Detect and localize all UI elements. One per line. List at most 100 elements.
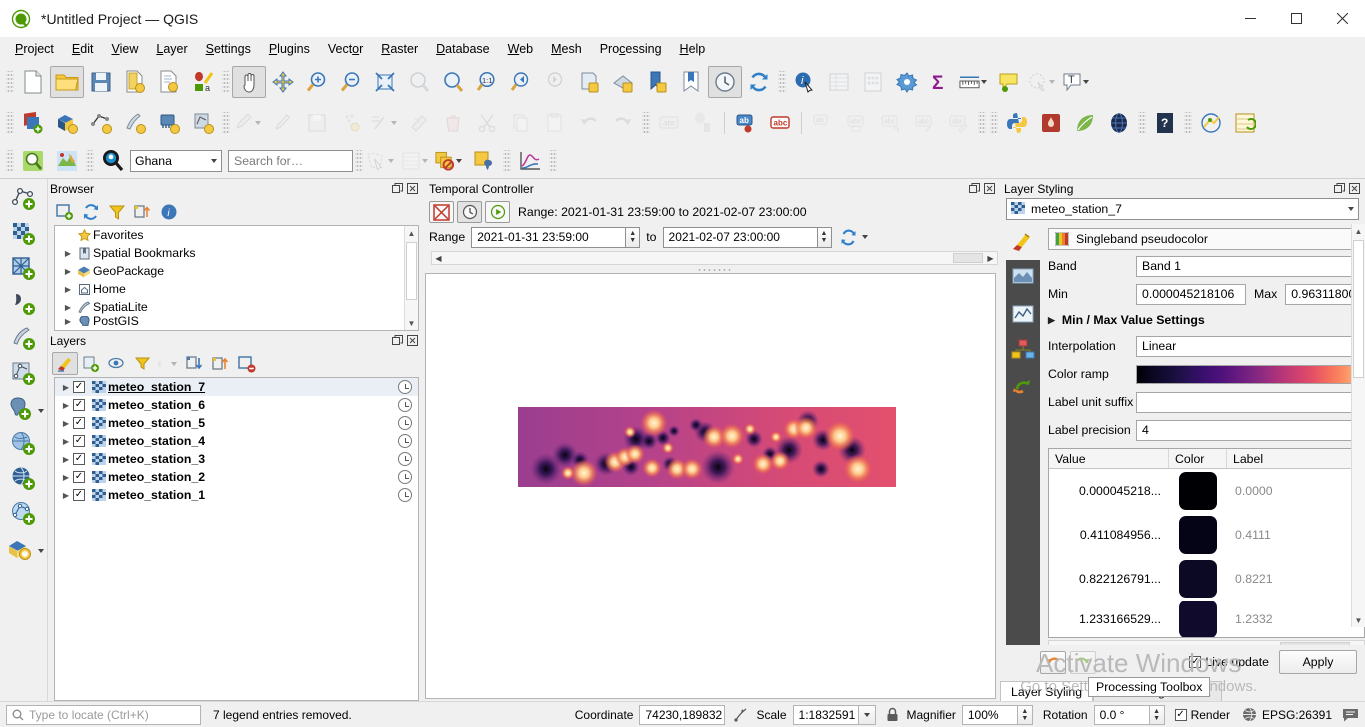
table-cell-color[interactable] xyxy=(1169,601,1227,637)
temporal-clock-icon[interactable] xyxy=(398,452,412,466)
region-combo[interactable]: Ghana xyxy=(130,149,222,172)
minimize-button[interactable] xyxy=(1227,0,1273,37)
scroll-thumb[interactable] xyxy=(1280,642,1350,645)
temporal-clock-icon[interactable] xyxy=(398,470,412,484)
add-layer-icon[interactable] xyxy=(52,200,78,223)
scroll-right-icon[interactable]: ▶ xyxy=(984,254,997,263)
temporal-close-button[interactable] xyxy=(983,182,996,195)
add-postgis-layer-icon[interactable] xyxy=(152,107,186,139)
menu-project[interactable]: Project xyxy=(6,39,63,59)
colorramp-preview[interactable] xyxy=(1136,364,1365,384)
browser-tree[interactable]: Favorites ▶ Spatial Bookmarks ▶ GeoPacka… xyxy=(54,225,419,331)
layer-visibility-checkbox[interactable]: ✓ xyxy=(73,489,85,501)
add-mesh-layer-icon[interactable] xyxy=(84,107,118,139)
tab-rendering[interactable] xyxy=(1006,332,1040,368)
open-table-icon[interactable] xyxy=(399,145,433,177)
add-feature-point-icon[interactable] xyxy=(334,107,368,139)
new-3d-map-view-icon[interactable] xyxy=(606,66,640,98)
zoom-to-selection-icon[interactable] xyxy=(402,66,436,98)
georeferencer-icon[interactable] xyxy=(1194,107,1228,139)
refresh-dropdown-caret-icon[interactable] xyxy=(861,235,868,239)
new-map-view-icon[interactable] xyxy=(572,66,606,98)
zoom-last-icon[interactable] xyxy=(504,66,538,98)
abc-label-icon[interactable]: abc xyxy=(652,107,686,139)
layer-visibility-checkbox[interactable]: ✓ xyxy=(73,399,85,411)
select-features-caret-icon[interactable] xyxy=(388,158,394,163)
db-manager-icon[interactable] xyxy=(1034,107,1068,139)
color-swatch[interactable] xyxy=(1179,472,1217,510)
add-delimited-text-layer-icon[interactable] xyxy=(7,288,41,320)
scroll-down-icon[interactable]: ▼ xyxy=(405,316,418,330)
add-spatialite-layer-icon[interactable] xyxy=(186,107,220,139)
add-postgis-layer-icon[interactable] xyxy=(3,393,37,425)
attributes-dropdown-caret-icon[interactable] xyxy=(390,121,397,125)
qgis-plugin-leaf-icon[interactable] xyxy=(1068,107,1102,139)
table-cell-color[interactable] xyxy=(1169,516,1227,554)
color-swatch[interactable] xyxy=(1179,516,1217,554)
open-table-caret-icon[interactable] xyxy=(421,158,428,163)
layer-row-meteo-station-1[interactable]: ▶ ✓ meteo_station_1 xyxy=(55,486,418,504)
maximize-button[interactable] xyxy=(1273,0,1319,37)
toolbar-grip-9[interactable] xyxy=(1138,112,1146,134)
remove-layer-icon[interactable] xyxy=(234,352,260,375)
toolbar-grip[interactable] xyxy=(6,71,14,93)
label-suffix-input[interactable] xyxy=(1136,391,1365,413)
select-value-icon[interactable] xyxy=(467,145,501,177)
browser-float-button[interactable] xyxy=(391,182,404,195)
layers-close-button[interactable] xyxy=(406,334,419,347)
edit-label-icon[interactable]: abc xyxy=(942,107,976,139)
toolbar-grip-14[interactable] xyxy=(503,149,511,172)
live-update-checkbox[interactable]: ✓ xyxy=(1189,656,1202,668)
chevron-right-icon[interactable]: ▶ xyxy=(59,455,73,464)
magnifier-stepper[interactable]: ▲ ▼ xyxy=(1017,704,1033,725)
interpolation-combo[interactable]: Linear xyxy=(1136,335,1365,357)
select-dropdown-caret-icon[interactable] xyxy=(1048,80,1055,84)
pan-to-selection-icon[interactable] xyxy=(266,66,300,98)
table-row[interactable]: 1.233166529... 1.2332 xyxy=(1049,601,1364,637)
add-raster-layer-icon[interactable] xyxy=(50,107,84,139)
filter-expression-icon[interactable]: ε xyxy=(156,352,182,375)
menu-settings[interactable]: Settings xyxy=(197,39,260,59)
layers-tree[interactable]: ▶ ✓ meteo_station_7 ▶ ✓ meteo_station_6 … xyxy=(54,377,419,701)
refresh-range-icon[interactable] xyxy=(840,229,868,246)
tab-symbology[interactable] xyxy=(1006,224,1040,260)
edits-dropdown-caret-icon[interactable] xyxy=(254,121,261,125)
new-project-icon[interactable] xyxy=(16,66,50,98)
python-console-icon[interactable] xyxy=(1000,107,1034,139)
measure-dropdown-caret-icon[interactable] xyxy=(981,80,987,84)
collapse-all-icon[interactable] xyxy=(208,352,234,375)
layer-row-meteo-station-7[interactable]: ▶ ✓ meteo_station_7 xyxy=(55,378,418,396)
scale-dropdown-button[interactable] xyxy=(858,704,876,725)
geopackage-dropdown-caret-icon[interactable] xyxy=(38,548,44,553)
temporal-clock-icon[interactable] xyxy=(398,416,412,430)
temporal-clock-icon[interactable] xyxy=(398,488,412,502)
menu-database[interactable]: Database xyxy=(427,39,499,59)
add-raster-layer-icon[interactable] xyxy=(7,218,41,250)
menu-edit[interactable]: Edit xyxy=(63,39,103,59)
magnifier-input[interactable]: 100% xyxy=(961,704,1018,725)
range-end-input[interactable]: 2021-02-07 23:00:00 xyxy=(662,226,818,248)
layer-row-meteo-station-3[interactable]: ▶ ✓ meteo_station_3 xyxy=(55,450,418,468)
temporal-float-button[interactable] xyxy=(968,182,981,195)
globe-plugin-icon[interactable] xyxy=(1102,107,1136,139)
min-input[interactable]: 0.000045218106 xyxy=(1136,283,1246,305)
zoom-out-icon[interactable] xyxy=(334,66,368,98)
menu-plugins[interactable]: Plugins xyxy=(260,39,319,59)
toolbar-grip-4[interactable] xyxy=(6,112,14,134)
layer-row-meteo-station-6[interactable]: ▶ ✓ meteo_station_6 xyxy=(55,396,418,414)
select-by-radius-icon[interactable] xyxy=(1026,66,1060,98)
tab-layer-styling[interactable]: Layer Styling xyxy=(1000,681,1094,701)
open-project-icon[interactable] xyxy=(50,66,84,98)
toolbar-grip-15[interactable] xyxy=(549,149,557,172)
filter-expression-caret-icon[interactable] xyxy=(171,361,177,366)
measure-line-icon[interactable] xyxy=(958,66,992,98)
chevron-right-icon[interactable]: ▶ xyxy=(61,285,75,294)
add-geopackage-layer-icon[interactable] xyxy=(3,533,37,565)
open-attribute-table-icon[interactable] xyxy=(822,66,856,98)
add-vector-layer-icon[interactable] xyxy=(16,107,50,139)
color-table-horizontal-scrollbar[interactable]: ◀ ▶ xyxy=(1048,640,1365,645)
field-calculator-icon[interactable] xyxy=(856,66,890,98)
chevron-right-icon[interactable]: ▶ xyxy=(61,267,75,276)
current-edits-icon[interactable] xyxy=(232,107,266,139)
qgis-paint-plugin-icon[interactable] xyxy=(50,145,84,177)
